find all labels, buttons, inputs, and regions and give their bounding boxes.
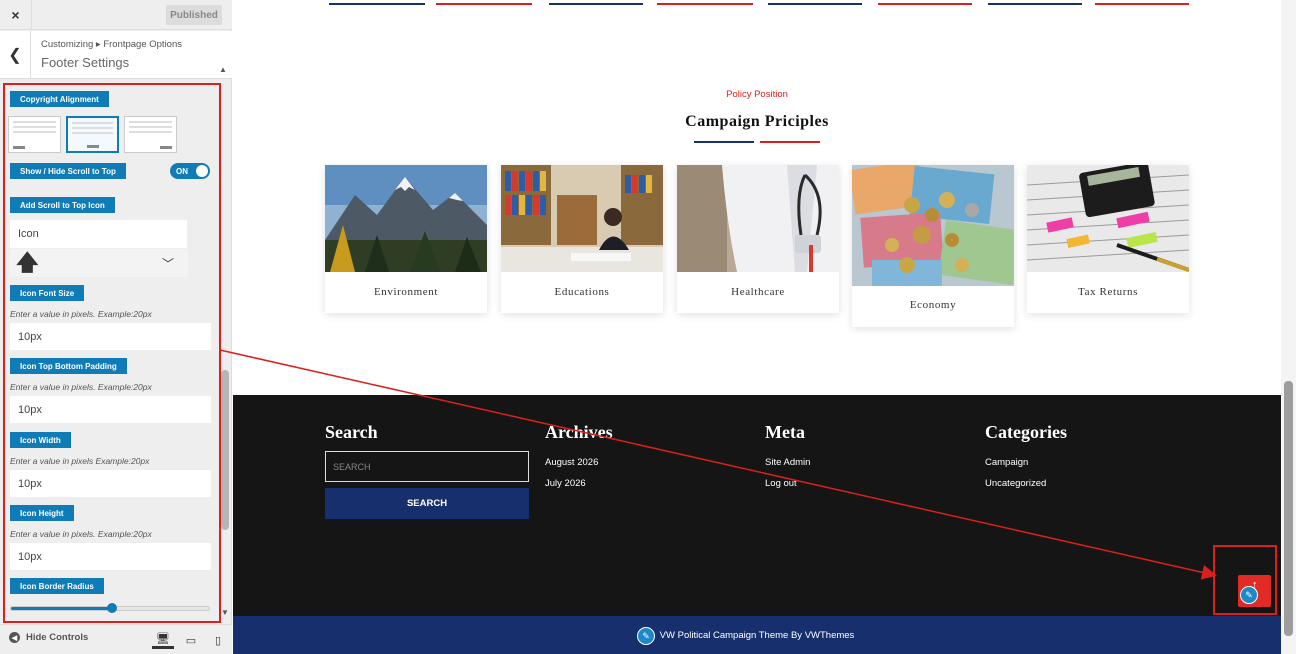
icon-width-hint: Enter a value in pixels Example:20px (10, 456, 150, 466)
site-footer: Search SEARCH SEARCH Archives August 202… (233, 395, 1281, 616)
icon-height-hint: Enter a value in pixels. Example:20px (10, 529, 152, 539)
divider-line (549, 3, 643, 5)
card-label: Educations (554, 286, 610, 298)
mountain-image (325, 165, 487, 272)
title-underline-red (760, 141, 820, 143)
mobile-icon: ▯ (214, 634, 222, 647)
icon-width-label: Icon Width (10, 432, 71, 448)
hide-controls-label: Hide Controls (26, 632, 89, 643)
divider-line (657, 3, 753, 5)
divider-line (768, 3, 862, 5)
card-label: Tax Returns (1078, 286, 1138, 298)
card-label: Healthcare (731, 286, 785, 298)
page-scrollbar[interactable] (1281, 0, 1296, 654)
scroll-icon-label: Add Scroll to Top Icon (10, 197, 115, 213)
divider-line (329, 3, 425, 5)
published-button[interactable]: Published (166, 5, 222, 25)
divider-line (878, 3, 972, 5)
meta-link[interactable]: Site Admin (765, 457, 810, 468)
archive-link[interactable]: August 2026 (545, 457, 598, 468)
copyright-bar: ✎ VW Political Campaign Theme By VWTheme… (233, 616, 1281, 654)
sidebar-scrollbar[interactable] (221, 370, 229, 530)
icon-select-dropdown[interactable]: 🡅 ﹀ (10, 249, 188, 277)
scroll-to-top-toggle[interactable]: ON (170, 163, 210, 179)
tablet-preview-button[interactable]: ▭ (180, 631, 202, 649)
scroll-down-arrow-icon[interactable]: ▼ (221, 608, 229, 617)
footer-search-button[interactable]: SEARCH (325, 488, 529, 519)
calculator-image (1027, 165, 1189, 272)
archive-link[interactable]: July 2026 (545, 478, 586, 489)
card-educations[interactable]: Educations (501, 165, 663, 313)
edit-pencil-icon[interactable]: ✎ (1240, 586, 1258, 604)
copyright-text: VW Political Campaign Theme By VWThemes (659, 630, 855, 641)
customizer-topbar: × Published (0, 0, 232, 30)
customizer-footer: ◀ Hide Controls 🖥 ▭ ▯ (0, 624, 232, 654)
icon-padding-hint: Enter a value in pixels. Example:20px (10, 382, 152, 392)
desktop-preview-button[interactable]: 🖥 (152, 631, 174, 649)
divider-line (1095, 3, 1189, 5)
icon-padding-input[interactable]: 10px (10, 396, 211, 423)
divider-line (436, 3, 532, 5)
card-economy[interactable]: Economy (852, 165, 1014, 327)
divider-line (988, 3, 1082, 5)
back-button[interactable]: ❮ (0, 31, 31, 79)
card-label: Economy (909, 299, 957, 311)
footer-settings-panel: Copyright Alignment Show / Hide Scroll t… (3, 83, 221, 623)
align-center-option[interactable] (66, 116, 119, 153)
title-underline-blue (694, 141, 754, 143)
footer-meta-title: Meta (765, 422, 805, 442)
tablet-icon: ▭ (185, 634, 197, 647)
icon-font-size-hint: Enter a value in pixels. Example:20px (10, 309, 152, 319)
breadcrumb: Customizing ▸ Frontpage Options (41, 39, 183, 50)
slider-thumb[interactable] (106, 603, 117, 613)
icon-font-size-label: Icon Font Size (10, 285, 85, 301)
mobile-preview-button[interactable]: ▯ (207, 631, 229, 649)
card-environment[interactable]: Environment (325, 165, 487, 313)
office-image (501, 165, 663, 272)
icon-padding-label: Icon Top Bottom Padding (10, 358, 127, 374)
category-link[interactable]: Campaign (985, 457, 1028, 468)
page-scrollbar-thumb[interactable] (1284, 381, 1293, 636)
footer-archives-title: Archives (545, 422, 613, 442)
footer-search-input[interactable]: SEARCH (325, 451, 529, 482)
scroll-up-arrow-icon[interactable]: ▲ (219, 65, 227, 74)
chevron-down-icon: ﹀ (161, 257, 174, 271)
hide-controls-button[interactable]: ◀ Hide Controls (9, 632, 88, 643)
section-kicker: Policy Position (726, 89, 788, 100)
border-radius-slider[interactable] (10, 603, 210, 613)
collapse-icon: ◀ (9, 632, 20, 643)
arrow-up-icon: 🡅 (16, 250, 39, 275)
align-left-option[interactable] (8, 116, 61, 153)
section-header: ❮ Customizing ▸ Frontpage Options Footer… (0, 31, 232, 79)
slider-fill (11, 607, 112, 610)
meta-link[interactable]: Log out (765, 478, 797, 489)
chevron-left-icon: ❮ (8, 47, 22, 64)
category-link[interactable]: Uncategorized (985, 478, 1046, 489)
customizer-sidebar: × Published ❮ Customizing ▸ Frontpage Op… (0, 0, 232, 654)
close-customizer-button[interactable]: × (0, 0, 32, 30)
icon-width-input[interactable]: 10px (10, 470, 211, 497)
money-image (852, 165, 1014, 286)
icon-border-radius-label: Icon Border Radius (10, 578, 104, 594)
toggle-state-text: ON (176, 166, 188, 176)
section-title: Footer Settings (41, 55, 130, 70)
scroll-toggle-label: Show / Hide Scroll to Top (10, 163, 126, 179)
card-healthcare[interactable]: Healthcare (677, 165, 839, 313)
doctor-image (677, 165, 839, 272)
section-title: Campaign Priciples (685, 113, 829, 130)
copyright-alignment-label: Copyright Alignment (10, 91, 109, 107)
align-right-option[interactable] (124, 116, 177, 153)
card-label: Environment (373, 286, 439, 298)
icon-search-input[interactable]: Icon (10, 220, 187, 248)
icon-height-input[interactable]: 10px (10, 543, 211, 570)
footer-categories-title: Categories (985, 422, 1067, 442)
desktop-icon: 🖥 (156, 633, 170, 645)
close-icon: × (11, 7, 20, 23)
icon-height-label: Icon Height (10, 505, 74, 521)
site-preview: Policy Position Campaign Priciples Envir… (233, 0, 1281, 654)
card-tax-returns[interactable]: Tax Returns (1027, 165, 1189, 313)
icon-font-size-input[interactable]: 10px (10, 323, 211, 350)
footer-search-title: Search (325, 422, 378, 442)
